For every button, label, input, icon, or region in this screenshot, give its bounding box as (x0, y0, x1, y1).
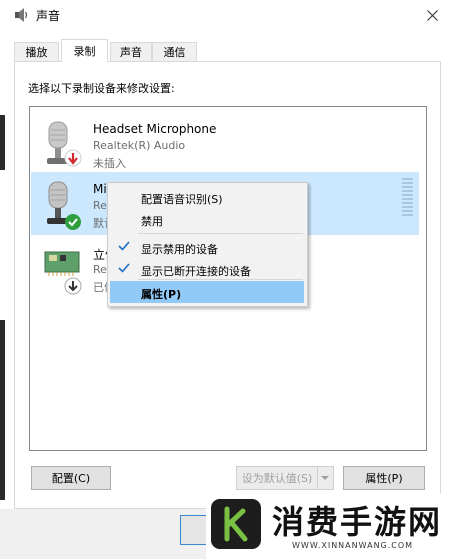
menu-item-disable[interactable]: 禁用 (110, 208, 304, 230)
device-item[interactable]: Headset Microphone Realtek(R) Audio 未插入 (31, 112, 419, 175)
chevron-down-icon (321, 476, 329, 480)
tab-sounds[interactable]: 声音 (110, 42, 152, 61)
tab-label: 声音 (120, 46, 142, 59)
title-bar: 声音 (0, 0, 455, 30)
watermark-text: 消费手游网 (272, 503, 443, 541)
watermark-url: WWW.XINNANWANG.COM (292, 541, 414, 550)
sound-card-icon (44, 251, 82, 295)
tab-communications[interactable]: 通信 (152, 42, 197, 61)
watermark: 消费手游网 WWW.XINNANWANG.COM (206, 494, 455, 559)
device-driver: Re (93, 199, 107, 212)
device-name: Headset Microphone (93, 122, 217, 136)
background-edge (0, 115, 5, 170)
button-label: 属性(P) (365, 472, 403, 485)
menu-item-show-disconnected[interactable]: 显示已断开连接的设备 (110, 258, 304, 280)
menu-item-label: 显示禁用的设备 (141, 243, 218, 256)
tab-label: 通信 (163, 46, 186, 59)
context-menu: 配置语音识别(S) 禁用 显示禁用的设备 显示已断开连接的设备 属性(P) (107, 182, 308, 307)
button-label: 配置(C) (51, 472, 91, 485)
microphone-icon (47, 181, 81, 230)
button-label: 设为默认值(S) (241, 472, 313, 485)
checkmark-icon (118, 263, 130, 273)
menu-item-label: 禁用 (141, 215, 163, 228)
device-status: 未插入 (93, 157, 126, 170)
menu-item-label: 属性(P) (141, 288, 182, 301)
level-meter (402, 178, 413, 220)
tab-label: 录制 (73, 45, 96, 58)
tab-playback[interactable]: 播放 (14, 42, 59, 61)
menu-item-label: 显示已断开连接的设备 (141, 265, 251, 278)
set-default-dropdown[interactable] (318, 466, 334, 490)
headset-microphone-icon (47, 121, 82, 167)
menu-item-properties[interactable]: 属性(P) (110, 281, 304, 303)
tab-label: 播放 (25, 46, 48, 59)
menu-separator (138, 233, 303, 234)
device-driver: Realtek(R) Audio (93, 139, 186, 152)
menu-separator (138, 279, 303, 280)
device-name: Mi (93, 182, 107, 196)
close-button[interactable] (409, 0, 455, 30)
menu-item-show-disabled[interactable]: 显示禁用的设备 (110, 236, 304, 258)
set-default-button[interactable]: 设为默认值(S) (236, 466, 318, 490)
background-edge (0, 320, 5, 500)
device-driver: Re (93, 263, 107, 276)
tab-recording[interactable]: 录制 (61, 39, 108, 62)
close-icon (426, 9, 438, 21)
menu-item-label: 配置语音识别(S) (141, 193, 223, 206)
watermark-logo-icon (211, 499, 261, 549)
configure-button[interactable]: 配置(C) (31, 466, 111, 490)
menu-item-configure-speech[interactable]: 配置语音识别(S) (110, 186, 304, 208)
checkmark-icon (118, 241, 130, 251)
window-title: 声音 (36, 9, 61, 23)
speaker-icon (15, 8, 28, 22)
instruction-text: 选择以下录制设备来修改设置: (28, 82, 175, 95)
properties-button[interactable]: 属性(P) (343, 466, 425, 490)
